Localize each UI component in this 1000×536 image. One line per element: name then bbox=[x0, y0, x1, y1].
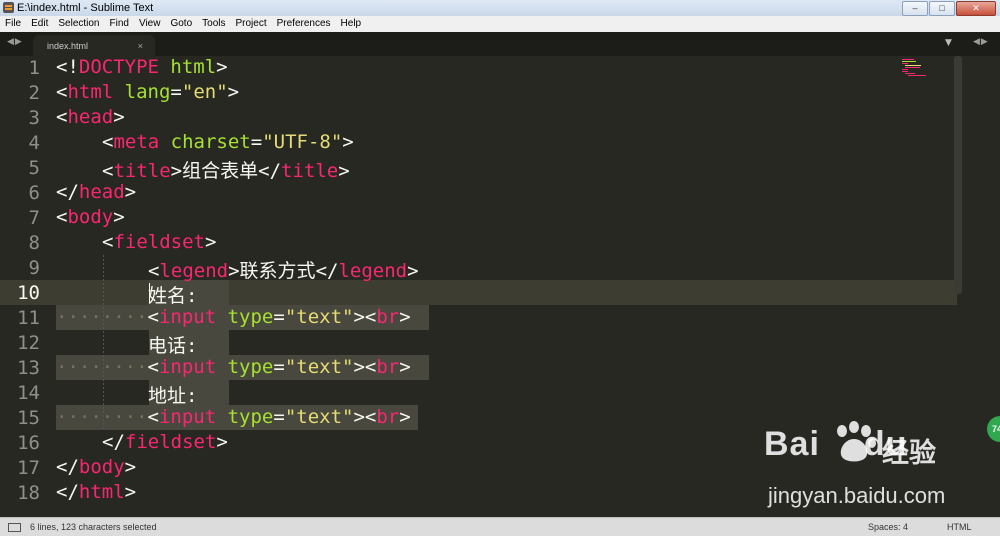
menu-file[interactable]: File bbox=[0, 16, 26, 32]
code-line-16: </fieldset> bbox=[102, 431, 228, 453]
baidu-paw-icon bbox=[837, 421, 876, 462]
pane-scroll-arrows-icon[interactable]: ◀▶ bbox=[973, 37, 989, 47]
tab-bar: ◀▶ index.html × ▼ ◀▶ bbox=[0, 32, 1000, 56]
code-line-17: </body> bbox=[56, 456, 137, 478]
code-line-1: <!DOCTYPE html> bbox=[56, 56, 228, 78]
code-line-13: ········<input type="text"><br> bbox=[56, 356, 411, 378]
menu-view[interactable]: View bbox=[134, 16, 166, 32]
panel-toggle-icon[interactable] bbox=[8, 523, 21, 532]
tab-close-icon[interactable]: × bbox=[138, 41, 143, 51]
menu-bar: File Edit Selection Find View Goto Tools… bbox=[0, 16, 1000, 32]
code-line-15: ········<input type="text"><br> bbox=[56, 406, 411, 428]
text-cursor bbox=[149, 283, 150, 303]
tab-scroll-arrows-icon[interactable]: ◀▶ bbox=[7, 37, 23, 47]
watermark-url: jingyan.baidu.com bbox=[768, 483, 946, 508]
code-line-3: <head> bbox=[56, 106, 125, 128]
menu-project[interactable]: Project bbox=[231, 16, 272, 32]
code-line-6: </head> bbox=[56, 181, 137, 203]
indentation-setting[interactable]: Spaces: 4 bbox=[868, 522, 908, 532]
code-line-14: 地址: bbox=[148, 385, 198, 407]
code-line-5: <title>组合表单</title> bbox=[102, 160, 350, 182]
sublime-app-icon bbox=[3, 2, 14, 13]
baidu-jingyan-watermark: Bai du 经验 jingyan.baidu.com bbox=[764, 421, 964, 515]
maximize-button[interactable]: □ bbox=[929, 1, 955, 16]
menu-goto[interactable]: Goto bbox=[165, 16, 197, 32]
close-window-button[interactable]: ✕ bbox=[956, 1, 996, 16]
menu-tools[interactable]: Tools bbox=[197, 16, 230, 32]
code-line-8: <fieldset> bbox=[102, 231, 217, 253]
menu-selection[interactable]: Selection bbox=[53, 16, 104, 32]
minimize-button[interactable]: – bbox=[902, 1, 928, 16]
watermark-cn: 经验 bbox=[882, 438, 936, 469]
status-bar: 6 lines, 123 characters selected Spaces:… bbox=[0, 517, 1000, 536]
tab-label: index.html bbox=[47, 41, 89, 51]
code-line-2: <html lang="en"> bbox=[56, 81, 240, 103]
menu-help[interactable]: Help bbox=[336, 16, 367, 32]
scrollbar-thumb[interactable] bbox=[954, 56, 962, 294]
tab-dropdown-icon[interactable]: ▼ bbox=[945, 38, 952, 48]
code-line-18: </html> bbox=[56, 481, 137, 503]
status-message: 6 lines, 123 characters selected bbox=[30, 522, 157, 532]
code-line-10: 姓名: bbox=[148, 285, 198, 307]
syntax-selector[interactable]: HTML bbox=[947, 522, 972, 532]
title-bar: E:\index.html - Sublime Text – □ ✕ bbox=[0, 0, 1000, 16]
menu-edit[interactable]: Edit bbox=[26, 16, 53, 32]
tab-index-html[interactable]: index.html × bbox=[33, 35, 155, 56]
window-title: E:\index.html - Sublime Text bbox=[17, 2, 154, 14]
menu-preferences[interactable]: Preferences bbox=[272, 16, 336, 32]
code-line-4: <meta charset="UTF-8"> bbox=[102, 131, 354, 153]
window-controls: – □ ✕ bbox=[902, 1, 996, 16]
code-line-7: <body> bbox=[56, 206, 125, 228]
code-line-12: 电话: bbox=[148, 335, 198, 357]
indent-guide bbox=[103, 255, 104, 430]
menu-find[interactable]: Find bbox=[105, 16, 134, 32]
code-line-9: <legend>联系方式</legend> bbox=[148, 260, 419, 282]
code-line-11: ········<input type="text"><br> bbox=[56, 306, 411, 328]
